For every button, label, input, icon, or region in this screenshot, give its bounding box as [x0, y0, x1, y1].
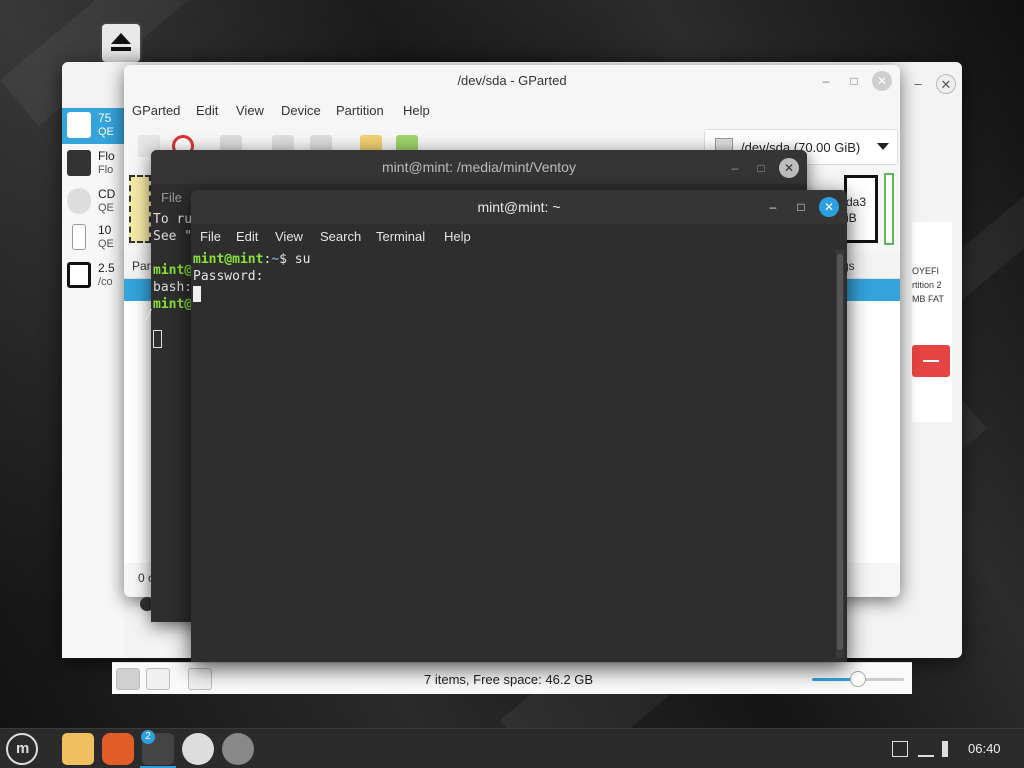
partition-label: rtition 2 [912, 280, 942, 290]
content-panel-edge [912, 222, 952, 422]
places-sidebar-toggle-button[interactable] [116, 668, 140, 690]
chevron-down-icon [877, 143, 889, 150]
terminal-window: mint@mint: ~ – □ ✕ File Edit View Search… [191, 190, 847, 662]
sidebar-item-sublabel: /co [98, 276, 113, 288]
firefox-app-icon[interactable] [102, 733, 134, 765]
terminal-line: See " [153, 229, 193, 244]
prompt-command: $ su [279, 252, 311, 267]
sidebar-item-cd[interactable]: CD QE [62, 184, 124, 220]
files-app-icon[interactable] [62, 733, 94, 765]
menu-device[interactable]: Device [281, 103, 321, 118]
window-title: mint@mint: /media/mint/Ventoy [151, 150, 807, 184]
status-text: 7 items, Free space: 46.2 GB [424, 672, 594, 687]
close-icon[interactable]: ✕ [819, 197, 839, 217]
partition-bar-unallocated[interactable] [129, 175, 151, 243]
window-title: mint@mint: ~ [477, 199, 561, 215]
usb-drive-icon [72, 224, 86, 250]
sidebar-item-label: Flo [98, 149, 115, 163]
sidebar-item-floppy[interactable]: Flo Flo [62, 146, 124, 182]
menu-help[interactable]: Help [444, 229, 471, 244]
scrollbar[interactable] [836, 250, 844, 658]
terminal-content[interactable]: mint@mint:~$ su Password: [191, 250, 836, 658]
partition-name: da3 [846, 195, 867, 209]
tree-view-toggle-button[interactable] [146, 668, 170, 690]
taskbar: m 2 06:40 [0, 728, 1024, 768]
sidebar-item-sublabel: QE [98, 202, 114, 214]
gparted-app-icon[interactable] [222, 733, 254, 765]
sidebar-item-label: 2.5 [98, 261, 115, 275]
partition-label: OYEFI [912, 266, 940, 276]
close-icon[interactable]: ✕ [872, 71, 892, 91]
menu-bar: File Edit View Search Terminal Help [191, 224, 847, 250]
terminal-line: mint@mint:~$ su [193, 252, 310, 267]
terminal-line: To ru [153, 212, 193, 227]
terminal-cursor [153, 330, 162, 348]
drive-icon [67, 112, 91, 138]
window-title: /dev/sda - GParted [457, 73, 567, 88]
terminal-prompt: mint@ [153, 297, 193, 312]
column-partition[interactable]: Par [132, 259, 151, 273]
sidebar-item-label: 75 [98, 111, 112, 125]
chrome-app-icon[interactable] [182, 733, 214, 765]
menu-help[interactable]: Help [403, 103, 430, 118]
title-bar[interactable]: mint@mint: ~ – □ ✕ [191, 190, 847, 224]
remove-button[interactable] [912, 345, 950, 377]
mint-menu-button[interactable]: m [6, 733, 38, 765]
menu-partition[interactable]: Partition [336, 103, 384, 118]
close-icon[interactable]: ✕ [936, 74, 956, 94]
sidebar-item-label: CD [98, 187, 116, 201]
mint-logo-icon: m [16, 740, 30, 757]
menu-file[interactable]: File [200, 229, 221, 244]
partition-bar-sda3[interactable] [844, 175, 878, 243]
network-icon[interactable] [918, 741, 934, 757]
eject-icon [67, 262, 91, 288]
password-prompt: Password: [193, 269, 264, 284]
maximize-icon[interactable]: □ [751, 158, 771, 178]
sidebar-item-volume[interactable]: 2.5 /co [62, 258, 124, 294]
floppy-icon [67, 150, 91, 176]
clock[interactable]: 06:40 [968, 741, 1001, 756]
menu-edit[interactable]: Edit [236, 229, 258, 244]
sidebar-item-sublabel: QE [98, 238, 114, 250]
menu-terminal[interactable]: Terminal [376, 229, 425, 244]
scrollbar-thumb[interactable] [837, 254, 843, 650]
partition-bar-sda4[interactable] [884, 173, 894, 245]
sidebar-item-label: 10 [98, 223, 112, 237]
minimize-icon[interactable]: – [908, 74, 928, 94]
window-count-badge: 2 [141, 730, 155, 744]
maximize-icon[interactable]: □ [791, 197, 811, 217]
sidebar-item-usb[interactable]: 10 QE [62, 220, 124, 256]
menu-gparted[interactable]: GParted [132, 103, 180, 118]
prompt-user: mint@mint [193, 252, 264, 267]
sidebar-item-drive[interactable]: 75 QE [62, 108, 124, 144]
hide-sidebar-button[interactable] [188, 668, 212, 690]
clipboard-icon[interactable] [892, 741, 908, 757]
zoom-slider-knob[interactable] [850, 671, 866, 687]
sidebar: 75 QE Flo Flo CD QE 10 QE 2.5 /co [62, 108, 124, 658]
menu-view[interactable]: View [275, 229, 303, 244]
terminal-line: bash: [153, 280, 193, 295]
volume-icon[interactable] [942, 741, 958, 757]
menu-view[interactable]: View [236, 103, 264, 118]
minimize-icon[interactable]: – [763, 197, 783, 217]
menu-search[interactable]: Search [320, 229, 361, 244]
prompt-path: ~ [271, 252, 280, 267]
partition-size: iB [846, 211, 857, 225]
maximize-icon[interactable]: □ [844, 71, 864, 91]
minimize-icon[interactable]: – [816, 71, 836, 91]
cd-icon [67, 188, 91, 214]
terminal-cursor [193, 286, 201, 302]
terminal-prompt: mint@ [153, 263, 193, 278]
terminal-line: / [145, 308, 153, 323]
minimize-icon[interactable]: – [725, 158, 745, 178]
menu-edit[interactable]: Edit [196, 103, 218, 118]
status-bar: 7 items, Free space: 46.2 GB [112, 662, 912, 694]
desktop-eject-drive-icon[interactable] [100, 22, 142, 64]
menu-file[interactable]: File [161, 190, 182, 205]
partition-label: MB FAT [912, 294, 944, 304]
sidebar-item-sublabel: Flo [98, 164, 114, 176]
close-icon[interactable]: ✕ [779, 158, 799, 178]
sidebar-item-sublabel: QE [98, 126, 114, 138]
